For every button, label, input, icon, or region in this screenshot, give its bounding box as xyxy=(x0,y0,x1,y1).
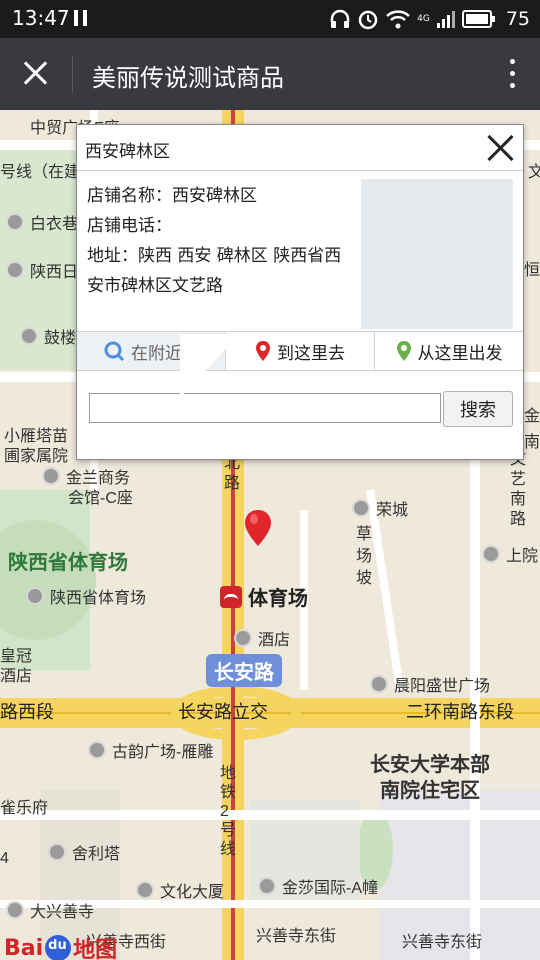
map-label: 圃家属院 xyxy=(4,448,69,465)
tab-label: 到这里去 xyxy=(277,343,345,364)
network-type: 4G xyxy=(417,14,430,24)
battery-icon xyxy=(461,10,495,28)
road-label: 路西段 xyxy=(0,702,54,722)
map-label: 雀乐府 xyxy=(0,800,49,817)
map-label: 恒 xyxy=(524,262,540,279)
map-label: 兴善寺东街 xyxy=(256,928,337,945)
map-label: 酒店 xyxy=(0,668,33,685)
map-poi: 陕西省体育场 xyxy=(26,584,146,608)
map-label: 陕西省体育场 xyxy=(8,552,128,574)
road-label: 二环南路东段 xyxy=(406,702,514,722)
map-poi: 古韵广场-雁雕 xyxy=(88,738,213,762)
alarm-icon xyxy=(358,10,378,30)
map-poi: 酒店 xyxy=(234,626,290,650)
metro-icon xyxy=(220,585,242,608)
search-row: 搜索 xyxy=(89,391,513,427)
info-window: 西安碑林区 店铺名称：西安碑林区 店铺电话： 地址：陕西 西安 碑林区 陕西省西… xyxy=(76,124,524,460)
logo-text: Bai xyxy=(4,935,44,960)
status-bar: 13:47 4G 75 xyxy=(0,0,540,38)
map-label: 会馆-C座 xyxy=(68,490,133,507)
more-menu-button[interactable] xyxy=(506,56,518,92)
road-badge: 长安路 xyxy=(206,654,282,687)
map-label: 文 xyxy=(528,164,540,181)
store-details: 店铺名称：西安碑林区 店铺电话： 地址：陕西 西安 碑林区 陕西省西安市碑林区文… xyxy=(87,181,357,301)
map-label: 号线（在建 xyxy=(0,164,81,181)
map-poi: 大兴善寺 xyxy=(6,898,94,922)
metro-station-label: 体育场 xyxy=(248,586,308,610)
app-bar: 美丽传说测试商品 xyxy=(0,38,540,110)
map-label: 兴善寺东街 xyxy=(402,934,483,951)
road-label: 长安路立交 xyxy=(178,702,268,722)
signal-icon xyxy=(436,11,455,28)
road-label: 文 艺 南 路 xyxy=(510,451,527,528)
map-poi: 上院 xyxy=(482,542,538,566)
status-time: 13:47 xyxy=(12,6,70,30)
tab-label: 从这里出发 xyxy=(417,343,503,364)
metro-station[interactable]: 体育场 xyxy=(220,582,308,611)
battery-level: 75 xyxy=(505,8,530,30)
baidu-map-logo: Bai 地图 xyxy=(4,932,117,960)
store-phone: 店铺电话： xyxy=(87,216,172,236)
green-pin-icon xyxy=(396,341,411,361)
info-window-header: 西安碑林区 xyxy=(77,125,523,171)
search-icon xyxy=(104,341,125,362)
info-window-tabs: 在附近找 到这里去 从这里出发 xyxy=(77,331,523,371)
popup-tail-fill xyxy=(180,334,240,398)
map-label: 南院住宅区 xyxy=(380,780,480,802)
road-label: 草 场 坡 xyxy=(356,526,373,587)
map-label: 长安大学本部 xyxy=(370,754,490,776)
close-button[interactable] xyxy=(16,54,56,94)
map-poi: 鼓楼 xyxy=(20,324,76,348)
red-pin-icon xyxy=(256,341,270,361)
map-poi: 白衣巷 xyxy=(6,210,78,234)
tab-go-here[interactable]: 到这里去 xyxy=(225,332,374,370)
status-icons: 4G 75 xyxy=(329,6,530,32)
store-address: 地址：陕西 西安 碑林区 陕西省西安市碑林区文艺路 xyxy=(87,246,342,296)
location-marker-icon[interactable] xyxy=(242,508,274,548)
divider xyxy=(72,56,73,92)
info-window-title: 西安碑林区 xyxy=(85,142,170,162)
map-label: 4 xyxy=(0,850,9,867)
pause-icon xyxy=(74,10,88,26)
store-photo xyxy=(361,179,513,329)
tab-start-here[interactable]: 从这里出发 xyxy=(374,332,523,370)
map-poi: 文化大厦 xyxy=(136,878,224,902)
close-icon[interactable] xyxy=(483,131,517,165)
road-label: 地 铁 2 号 线 xyxy=(220,765,237,858)
search-input[interactable] xyxy=(89,393,441,423)
map-label: 南 xyxy=(524,434,540,451)
wifi-icon xyxy=(386,10,410,29)
map-poi: 荣城 xyxy=(352,496,408,520)
map-label: 金 xyxy=(524,408,540,425)
search-button[interactable]: 搜索 xyxy=(443,391,513,427)
store-name: 店铺名称：西安碑林区 xyxy=(87,186,257,206)
map-poi: 舍利塔 xyxy=(48,840,120,864)
road-label: 北 路 xyxy=(224,455,241,492)
map-poi: 陕西日 xyxy=(6,258,78,282)
logo-text: 地图 xyxy=(73,938,118,960)
map-poi: 金莎国际-A幢 xyxy=(258,874,378,898)
page-title: 美丽传说测试商品 xyxy=(92,64,284,92)
map-poi: 晨阳盛世广场 xyxy=(370,672,490,696)
paw-icon xyxy=(45,935,72,960)
headphones-icon xyxy=(330,9,350,28)
